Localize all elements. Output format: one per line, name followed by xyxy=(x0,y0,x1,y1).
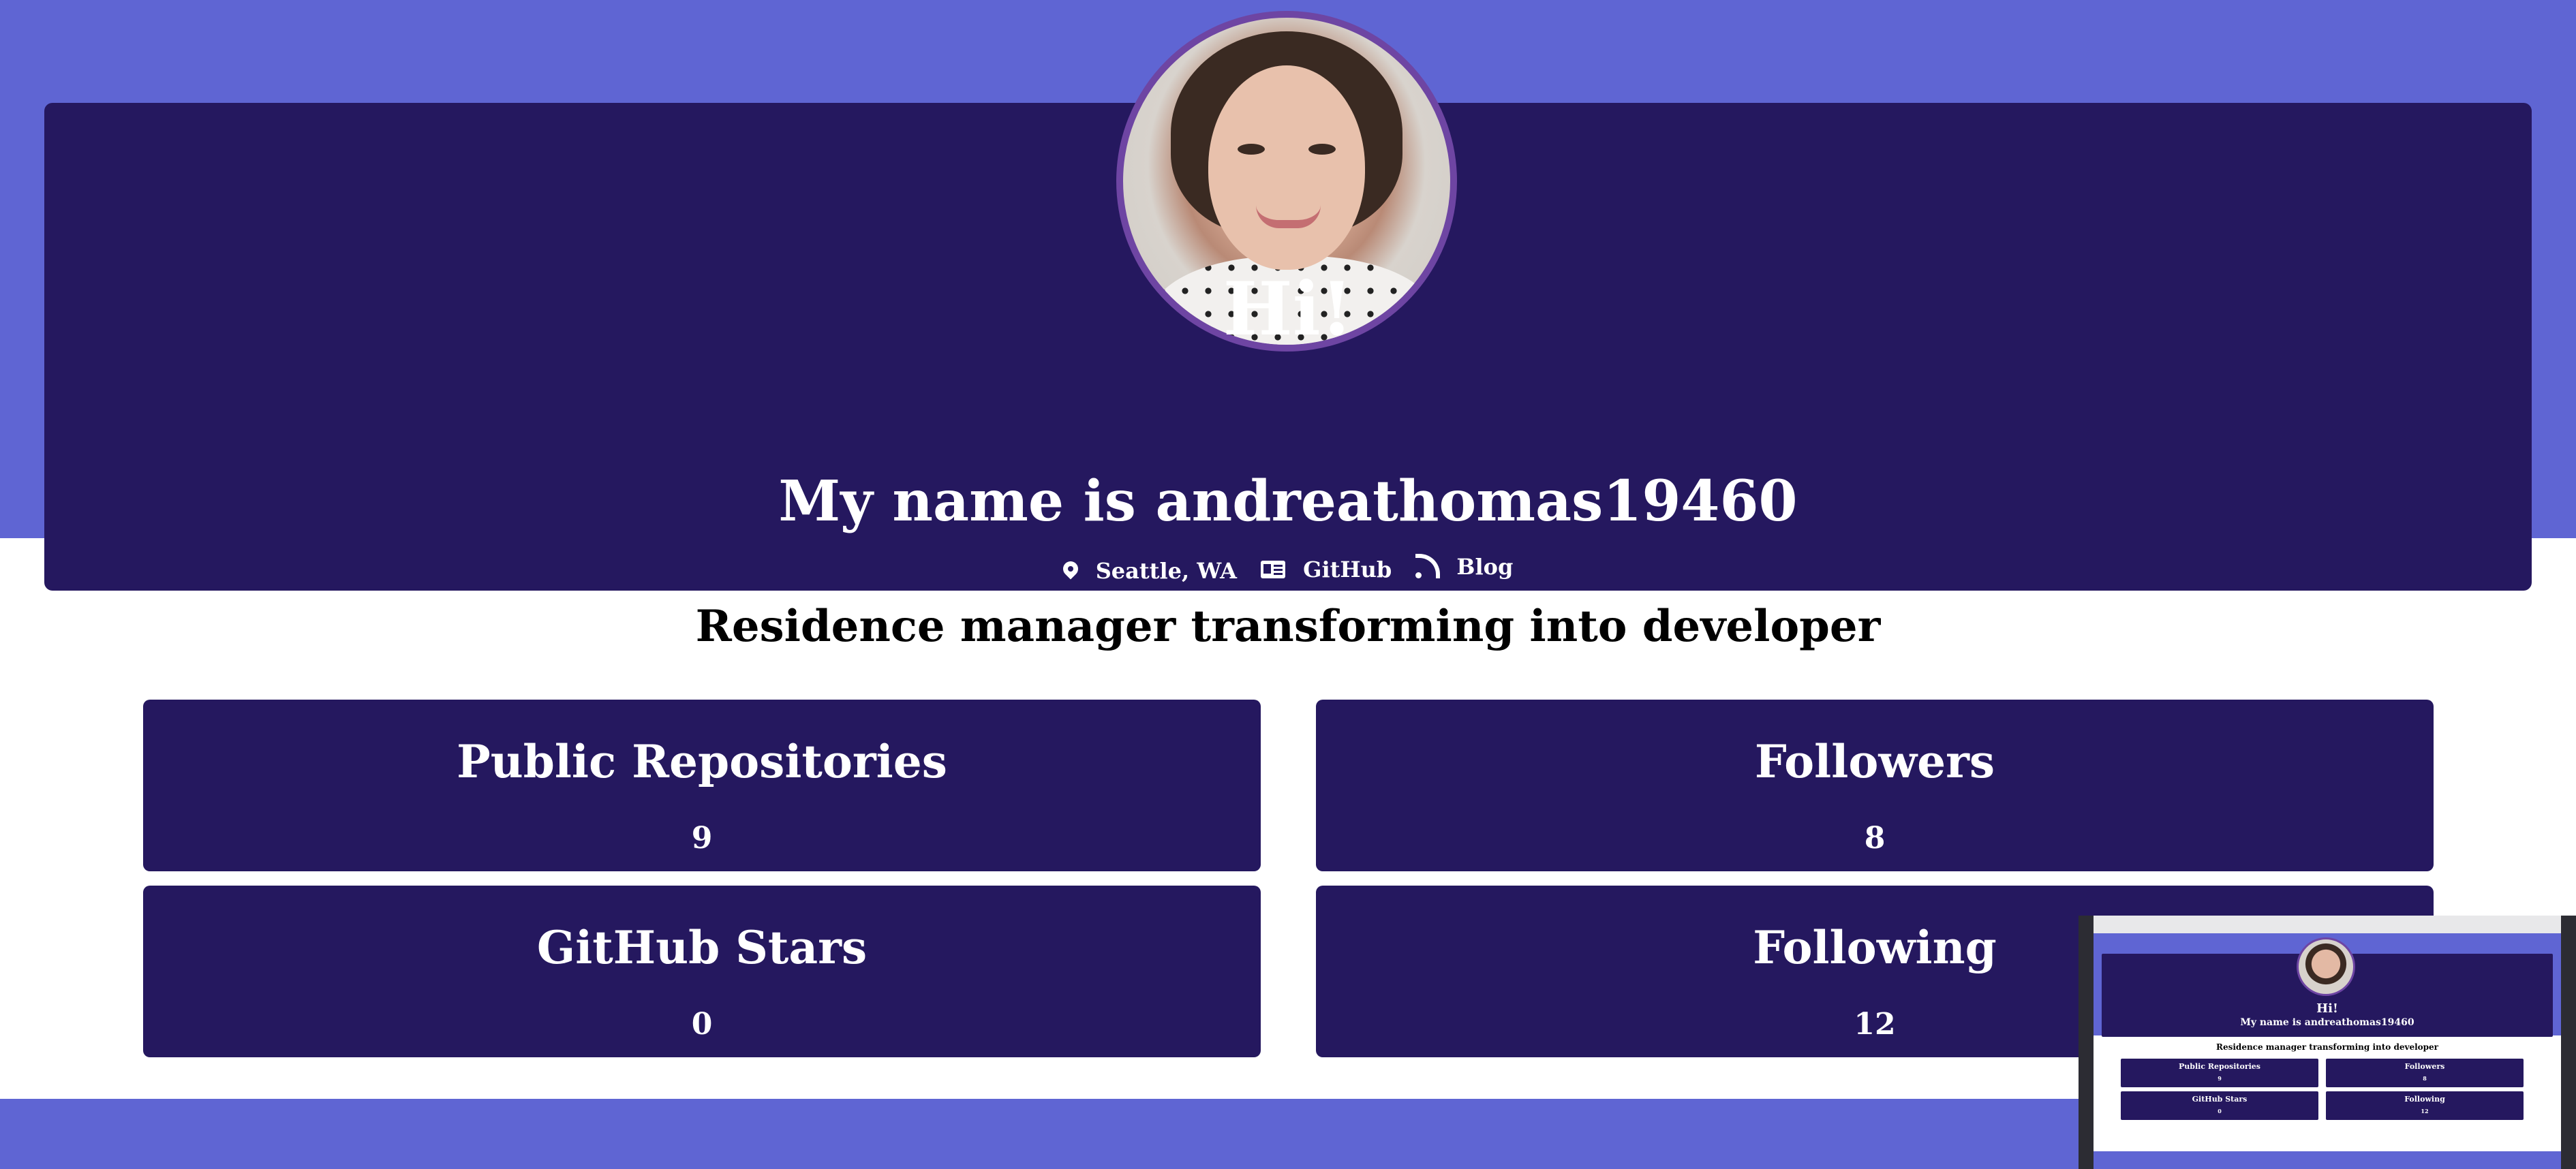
location-link[interactable]: Seattle, WA xyxy=(1060,557,1237,584)
stat-value: 0 xyxy=(691,1007,713,1042)
rss-icon xyxy=(1415,554,1441,578)
github-link[interactable]: GitHub xyxy=(1261,556,1392,583)
thumbnail-stat-card: Public Repositories 9 xyxy=(2121,1059,2318,1087)
greeting-heading: Hi! xyxy=(1223,266,1353,352)
github-label: GitHub xyxy=(1303,557,1392,582)
thumbnail-greeting: Hi! xyxy=(2316,1001,2338,1016)
stat-label: Followers xyxy=(1754,735,1995,788)
profile-links: Seattle, WA GitHub Blog xyxy=(0,553,2576,584)
screenshot-thumbnail-preview[interactable]: Hi! My name is andreathomas19460 Residen… xyxy=(2079,916,2576,1169)
stat-label: Public Repositories xyxy=(457,735,947,788)
map-pin-icon xyxy=(1060,558,1082,580)
bio-text: Residence manager transforming into deve… xyxy=(695,601,1881,652)
stat-label: GitHub Stars xyxy=(536,921,868,974)
stat-value: 9 xyxy=(691,821,713,856)
id-card-icon xyxy=(1261,561,1286,578)
name-heading: My name is andreathomas19460 xyxy=(778,469,1798,534)
thumbnail-name: My name is andreathomas19460 xyxy=(2240,1017,2414,1028)
thumbnail-bio: Residence manager transforming into deve… xyxy=(2216,1042,2438,1052)
thumbnail-page: Hi! My name is andreathomas19460 Residen… xyxy=(2094,933,2561,1169)
stat-card-public-repositories: Public Repositories 9 xyxy=(143,700,1261,871)
thumbnail-stat-card: Followers 8 xyxy=(2326,1059,2524,1087)
thumbnail-browser-bar xyxy=(2094,916,2561,933)
location-label: Seattle, WA xyxy=(1095,558,1237,584)
thumbnail-avatar xyxy=(2297,937,2355,996)
blog-label: Blog xyxy=(1456,554,1514,580)
stat-card-github-stars: GitHub Stars 0 xyxy=(143,886,1261,1057)
thumbnail-stat-card: Following 12 xyxy=(2326,1091,2524,1120)
thumbnail-stat-card: GitHub Stars 0 xyxy=(2121,1091,2318,1120)
stat-card-followers: Followers 8 xyxy=(1316,700,2434,871)
blog-link[interactable]: Blog xyxy=(1415,553,1513,580)
stat-value: 8 xyxy=(1864,821,1886,856)
